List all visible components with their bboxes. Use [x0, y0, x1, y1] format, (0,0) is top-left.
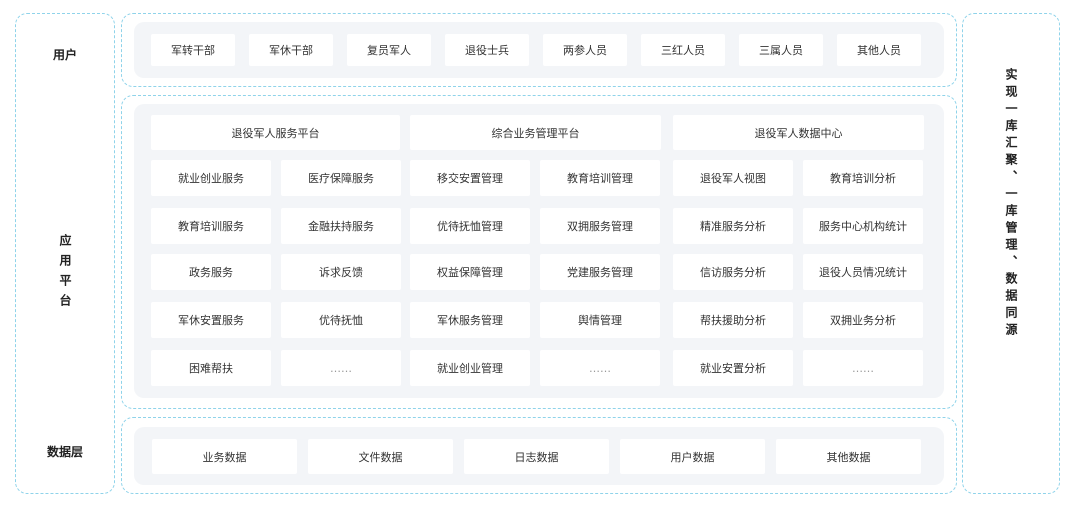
service-box: 教育培训管理 [540, 160, 660, 196]
data-type-box: 日志数据 [464, 439, 609, 474]
service-box: 双拥服务管理 [540, 208, 660, 244]
service-box: 教育培训服务 [151, 208, 271, 244]
platform-header-box: 综合业务管理平台 [410, 115, 661, 150]
service-box: 医疗保障服务 [281, 160, 401, 196]
service-box: 权益保障管理 [410, 254, 530, 290]
data-layer-label: 数据层 [46, 445, 83, 459]
service-box: 党建服务管理 [540, 254, 660, 290]
data-type-box: 业务数据 [152, 439, 297, 474]
service-box: 就业安置分析 [673, 350, 793, 386]
service-box: 困难帮扶 [151, 350, 271, 386]
user-type-box: 军转干部 [151, 34, 235, 66]
service-box: 优待抚恤 [281, 302, 401, 338]
service-box: 教育培训分析 [803, 160, 923, 196]
data-type-box: 其他数据 [776, 439, 921, 474]
service-box: 帮扶援助分析 [673, 302, 793, 338]
service-box: 政务服务 [151, 254, 271, 290]
service-box: 退役人员情况统计 [803, 254, 923, 290]
ellipsis-box: …… [540, 350, 660, 386]
service-box: 信访服务分析 [673, 254, 793, 290]
data-type-box: 用户数据 [620, 439, 765, 474]
service-box: 金融扶持服务 [281, 208, 401, 244]
service-box: 诉求反馈 [281, 254, 401, 290]
app-platform-label: 应用平台 [58, 234, 72, 314]
platform-header-box: 退役军人数据中心 [673, 115, 924, 150]
user-type-box: 其他人员 [837, 34, 921, 66]
service-box: 移交安置管理 [410, 160, 530, 196]
service-box: 就业创业管理 [410, 350, 530, 386]
service-box: 就业创业服务 [151, 160, 271, 196]
service-box: 服务中心机构统计 [803, 208, 923, 244]
right-summary-label: 实现一库汇聚、一库管理、数据同源 [1004, 68, 1018, 340]
service-box: 优待抚恤管理 [410, 208, 530, 244]
service-box: 舆情管理 [540, 302, 660, 338]
user-type-box: 军休干部 [249, 34, 333, 66]
user-type-box: 复员军人 [347, 34, 431, 66]
service-box: 军休服务管理 [410, 302, 530, 338]
service-box: 双拥业务分析 [803, 302, 923, 338]
service-box: 精准服务分析 [673, 208, 793, 244]
platform-header-box: 退役军人服务平台 [151, 115, 400, 150]
ellipsis-box: …… [803, 350, 923, 386]
ellipsis-box: …… [281, 350, 401, 386]
users-label: 用户 [52, 48, 77, 62]
service-box: 退役军人视图 [673, 160, 793, 196]
service-box: 军休安置服务 [151, 302, 271, 338]
user-type-box: 三属人员 [739, 34, 823, 66]
user-type-box: 两参人员 [543, 34, 627, 66]
data-type-box: 文件数据 [308, 439, 453, 474]
user-type-box: 三红人员 [641, 34, 725, 66]
user-type-box: 退役士兵 [445, 34, 529, 66]
